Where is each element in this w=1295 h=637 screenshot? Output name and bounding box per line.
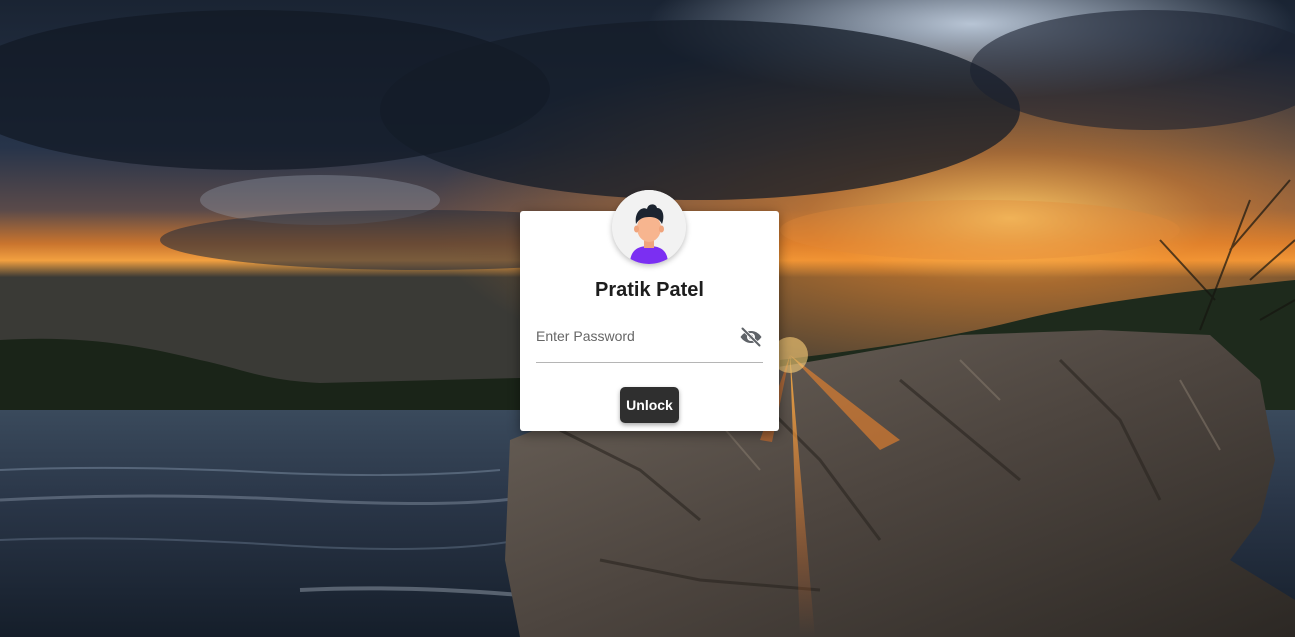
- password-input[interactable]: [536, 326, 731, 346]
- eye-off-icon[interactable]: [739, 325, 763, 349]
- unlock-button[interactable]: Unlock: [620, 387, 679, 423]
- user-avatar-icon: [612, 190, 686, 264]
- user-name: Pratik Patel: [595, 279, 704, 301]
- unlock-card: Pratik Patel Unlock: [520, 190, 779, 431]
- lock-screen: Pratik Patel Unlock: [0, 0, 1295, 637]
- password-field: [536, 318, 763, 363]
